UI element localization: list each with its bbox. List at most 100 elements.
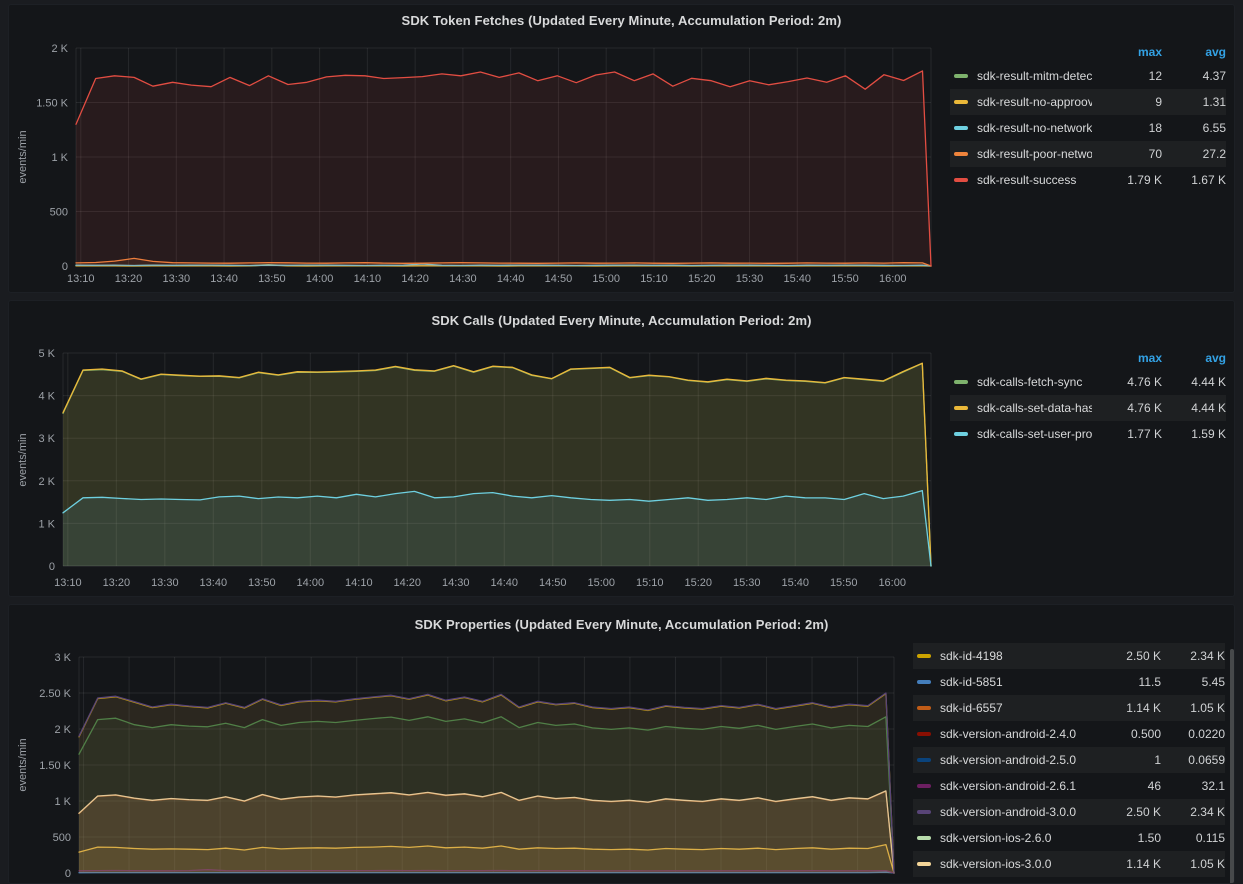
y-tick-label: 2.50 K — [39, 688, 71, 700]
x-tick-label: 15:00 — [587, 577, 615, 589]
legend-series-name[interactable]: sdk-result-poor-network — [977, 147, 1092, 161]
legend-color-swatch[interactable] — [954, 152, 968, 156]
legend-series-name[interactable]: sdk-version-ios-2.6.0 — [940, 831, 1091, 845]
legend-row[interactable]: sdk-version-android-2.4.00.5000.0220 — [913, 721, 1225, 747]
legend-series-name[interactable]: sdk-calls-set-data-hash — [977, 401, 1092, 415]
legend-series-name[interactable]: sdk-version-android-3.0.0 — [940, 805, 1091, 819]
legend-avg-value: 27.2 — [1162, 147, 1226, 161]
legend-series-name[interactable]: sdk-version-android-2.4.0 — [940, 727, 1091, 741]
legend-row[interactable]: sdk-id-585111.55.45 — [913, 669, 1225, 695]
x-tick-label: 15:30 — [733, 577, 761, 589]
legend-row[interactable]: sdk-calls-set-user-property1.77 K1.59 K — [950, 421, 1226, 447]
legend-series-name[interactable]: sdk-result-no-network — [977, 121, 1092, 135]
timeseries-chart[interactable]: 3 K2.50 K2 K1.50 K1 K5000 — [9, 605, 944, 884]
panel-body: 5 K4 K3 K2 K1 K013:1013:2013:3013:4013:5… — [9, 301, 1234, 596]
legend: maxavgsdk-result-mitm-detected124.37sdk-… — [950, 41, 1226, 193]
x-tick-label: 13:40 — [210, 273, 238, 285]
legend-row[interactable]: sdk-result-mitm-detected124.37 — [950, 63, 1226, 89]
legend-row[interactable]: sdk-result-success1.79 K1.67 K — [950, 167, 1226, 193]
x-tick-label: 15:30 — [736, 273, 764, 285]
legend-color-swatch[interactable] — [917, 758, 931, 762]
legend-max-value: 9 — [1092, 95, 1162, 109]
legend-series-name[interactable]: sdk-id-5851 — [940, 675, 1091, 689]
legend-avg-value: 4.37 — [1162, 69, 1226, 83]
x-tick-label: 14:30 — [442, 577, 470, 589]
x-tick-label: 16:00 — [878, 577, 906, 589]
legend-color-swatch[interactable] — [954, 178, 968, 182]
legend-color-swatch[interactable] — [954, 126, 968, 130]
legend-scrollbar[interactable] — [1230, 649, 1234, 884]
x-tick-label: 14:50 — [539, 577, 567, 589]
legend-color-swatch[interactable] — [917, 706, 931, 710]
legend-row[interactable]: sdk-result-poor-network7027.2 — [950, 141, 1226, 167]
legend-series-name[interactable]: sdk-id-4198 — [940, 649, 1091, 663]
legend-row[interactable]: sdk-id-41982.50 K2.34 K — [913, 643, 1225, 669]
legend-header: maxavg — [950, 347, 1226, 369]
timeseries-chart[interactable]: 2 K1.50 K1 K500013:1013:2013:3013:4013:5… — [9, 5, 944, 293]
legend-max-value: 1.79 K — [1092, 173, 1162, 187]
legend-max-value: 1.14 K — [1091, 701, 1161, 715]
legend-row[interactable]: sdk-id-65571.14 K1.05 K — [913, 695, 1225, 721]
legend-max-value: 4.76 K — [1092, 401, 1162, 415]
legend-color-swatch[interactable] — [954, 100, 968, 104]
legend-max-value: 12 — [1092, 69, 1162, 83]
legend-avg-value: 1.59 K — [1162, 427, 1226, 441]
legend-series-name[interactable]: sdk-version-ios-3.0.0 — [940, 857, 1091, 871]
legend-row[interactable]: sdk-calls-fetch-sync4.76 K4.44 K — [950, 369, 1226, 395]
legend-max-value: 0.500 — [1091, 727, 1161, 741]
panel-sdk-calls: SDK Calls (Updated Every Minute, Accumul… — [8, 300, 1235, 597]
legend: sdk-id-41982.50 K2.34 Ksdk-id-585111.55.… — [913, 649, 1225, 877]
legend-series-name[interactable]: sdk-calls-set-user-property — [977, 427, 1092, 441]
legend-avg-value: 0.0659 — [1161, 753, 1225, 767]
timeseries-chart[interactable]: 5 K4 K3 K2 K1 K013:1013:2013:3013:4013:5… — [9, 301, 944, 597]
legend-color-swatch[interactable] — [917, 732, 931, 736]
y-tick-label: 500 — [50, 207, 68, 219]
legend-color-swatch[interactable] — [917, 784, 931, 788]
panel-body: 2 K1.50 K1 K500013:1013:2013:3013:4013:5… — [9, 5, 1234, 292]
legend-series-name[interactable]: sdk-id-6557 — [940, 701, 1091, 715]
y-tick-label: 500 — [53, 832, 71, 844]
legend-color-swatch[interactable] — [917, 836, 931, 840]
legend-color-swatch[interactable] — [917, 680, 931, 684]
legend-color-swatch[interactable] — [954, 406, 968, 410]
legend-row[interactable]: sdk-version-ios-2.6.01.500.115 — [913, 825, 1225, 851]
legend-max-value: 4.76 K — [1092, 375, 1162, 389]
legend-header-max[interactable]: max — [1092, 351, 1162, 365]
legend-row[interactable]: sdk-result-no-network186.55 — [950, 115, 1226, 141]
x-tick-label: 13:10 — [54, 577, 82, 589]
x-tick-label: 14:40 — [491, 577, 519, 589]
legend-avg-value: 2.34 K — [1161, 649, 1225, 663]
legend-header-avg[interactable]: avg — [1162, 45, 1226, 59]
legend-row[interactable]: sdk-version-android-2.5.010.0659 — [913, 747, 1225, 773]
legend-row[interactable]: sdk-calls-set-data-hash4.76 K4.44 K — [950, 395, 1226, 421]
legend-series-name[interactable]: sdk-version-android-2.6.1 — [940, 779, 1091, 793]
legend-series-name[interactable]: sdk-calls-fetch-sync — [977, 375, 1092, 389]
legend-color-swatch[interactable] — [917, 862, 931, 866]
legend-color-swatch[interactable] — [954, 380, 968, 384]
legend-avg-value: 1.05 K — [1161, 701, 1225, 715]
series-area-sdk-calls-set-user-property — [63, 491, 931, 566]
legend: maxavgsdk-calls-fetch-sync4.76 K4.44 Ksd… — [950, 347, 1226, 447]
legend-series-name[interactable]: sdk-version-android-2.5.0 — [940, 753, 1091, 767]
legend-series-name[interactable]: sdk-result-success — [977, 173, 1092, 187]
panel-sdk-properties: SDK Properties (Updated Every Minute, Ac… — [8, 604, 1235, 884]
legend-max-value: 1 — [1091, 753, 1161, 767]
legend-avg-value: 1.05 K — [1161, 857, 1225, 871]
legend-color-swatch[interactable] — [954, 74, 968, 78]
legend-series-name[interactable]: sdk-result-mitm-detected — [977, 69, 1092, 83]
legend-series-name[interactable]: sdk-result-no-approov — [977, 95, 1092, 109]
y-tick-label: 2 K — [54, 724, 71, 736]
legend-row[interactable]: sdk-result-no-approov91.31 — [950, 89, 1226, 115]
x-tick-label: 14:50 — [545, 273, 573, 285]
legend-max-value: 1.77 K — [1092, 427, 1162, 441]
legend-color-swatch[interactable] — [917, 654, 931, 658]
series-area-sdk-result-success — [76, 71, 931, 266]
legend-row[interactable]: sdk-version-ios-3.0.01.14 K1.05 K — [913, 851, 1225, 877]
legend-row[interactable]: sdk-version-android-3.0.02.50 K2.34 K — [913, 799, 1225, 825]
legend-header-avg[interactable]: avg — [1162, 351, 1226, 365]
legend-color-swatch[interactable] — [954, 432, 968, 436]
legend-header-max[interactable]: max — [1092, 45, 1162, 59]
legend-color-swatch[interactable] — [917, 810, 931, 814]
legend-row[interactable]: sdk-version-android-2.6.14632.1 — [913, 773, 1225, 799]
legend-avg-value: 5.45 — [1161, 675, 1225, 689]
